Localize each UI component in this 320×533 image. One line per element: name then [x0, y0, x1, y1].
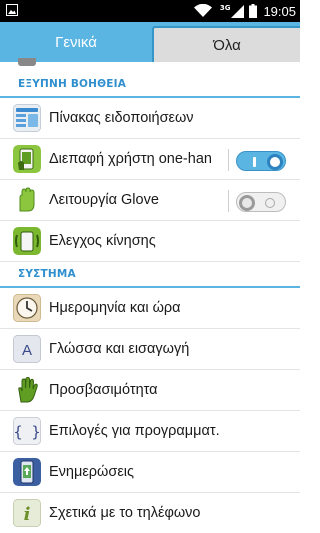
clock-time: 19:05	[263, 3, 296, 19]
wifi-icon	[193, 4, 212, 17]
settings-item-updates[interactable]: Ενημερώσεις	[0, 452, 300, 493]
one-hand-ui-icon	[13, 145, 41, 173]
settings-item-label: Ημερομηνία και ώρα	[49, 300, 181, 316]
network-type-label: 3G	[219, 4, 231, 12]
settings-item-language-input[interactable]: A Γλώσσα και εισαγωγή	[0, 329, 300, 370]
settings-item-accessibility[interactable]: Προσβασιμότητα	[0, 370, 300, 411]
language-icon: A	[13, 335, 41, 363]
tab-all[interactable]: Όλα	[152, 26, 300, 62]
developer-braces-icon: { }	[13, 417, 41, 445]
settings-item-label: Γλώσσα και εισαγωγή	[49, 341, 190, 357]
settings-list[interactable]: ΕΞΥΠΝΗ ΒΟΗΘΕΙΑ Πίνακας ειδοποιήσεων Διεπ…	[0, 58, 300, 533]
settings-item-label: Διεπαφή χρήστη one-han	[49, 151, 212, 167]
svg-text:i: i	[24, 504, 31, 525]
svg-text:A: A	[22, 342, 32, 359]
settings-item-label: Λειτουργία Glove	[49, 192, 159, 208]
settings-item-label: Πίνακας ειδοποιήσεων	[49, 110, 194, 126]
image-notification-icon	[6, 4, 18, 16]
settings-item-label: Σχετικά με το τηλέφωνο	[49, 505, 201, 521]
info-icon: i	[13, 499, 41, 527]
list-item-partial[interactable]	[0, 58, 300, 72]
battery-icon	[249, 4, 258, 18]
settings-item-glove-mode[interactable]: Λειτουργία Glove	[0, 180, 300, 221]
settings-tabs: Γενικά Όλα	[0, 22, 300, 62]
settings-item-notification-panel[interactable]: Πίνακας ειδοποιήσεων	[0, 98, 300, 139]
glove-mode-toggle[interactable]	[236, 192, 286, 212]
clock-icon	[13, 294, 41, 322]
settings-item-label: Ενημερώσεις	[49, 464, 134, 480]
section-header-smart-assist: ΕΞΥΠΝΗ ΒΟΗΘΕΙΑ	[0, 72, 300, 98]
motion-control-icon	[13, 227, 41, 255]
notification-panel-icon	[13, 104, 41, 132]
one-hand-ui-toggle[interactable]	[236, 151, 286, 171]
settings-item-about-phone[interactable]: i Σχετικά με το τηλέφωνο	[0, 493, 300, 533]
svg-text:{ }: { }	[13, 423, 40, 441]
section-header-system: ΣΥΣΤΗΜΑ	[0, 262, 300, 288]
settings-item-one-hand-ui[interactable]: Διεπαφή χρήστη one-han	[0, 139, 300, 180]
settings-item-developer-options[interactable]: { } Επιλογές για προγραμματ.	[0, 411, 300, 452]
settings-item-label: Προσβασιμότητα	[49, 382, 158, 398]
status-bar: 3G 19:05	[0, 0, 300, 22]
accessibility-hand-icon	[13, 376, 41, 404]
divider	[228, 149, 229, 171]
divider	[228, 190, 229, 212]
updates-icon	[13, 458, 41, 486]
signal-icon	[231, 4, 245, 18]
settings-item-motion-control[interactable]: Ελεγχος κίνησης	[0, 221, 300, 262]
tab-general[interactable]: Γενικά	[0, 22, 152, 62]
glove-icon	[13, 186, 41, 214]
settings-item-label: Επιλογές για προγραμματ.	[49, 423, 220, 439]
settings-item-label: Ελεγχος κίνησης	[49, 233, 156, 249]
settings-item-date-time[interactable]: Ημερομηνία και ώρα	[0, 288, 300, 329]
